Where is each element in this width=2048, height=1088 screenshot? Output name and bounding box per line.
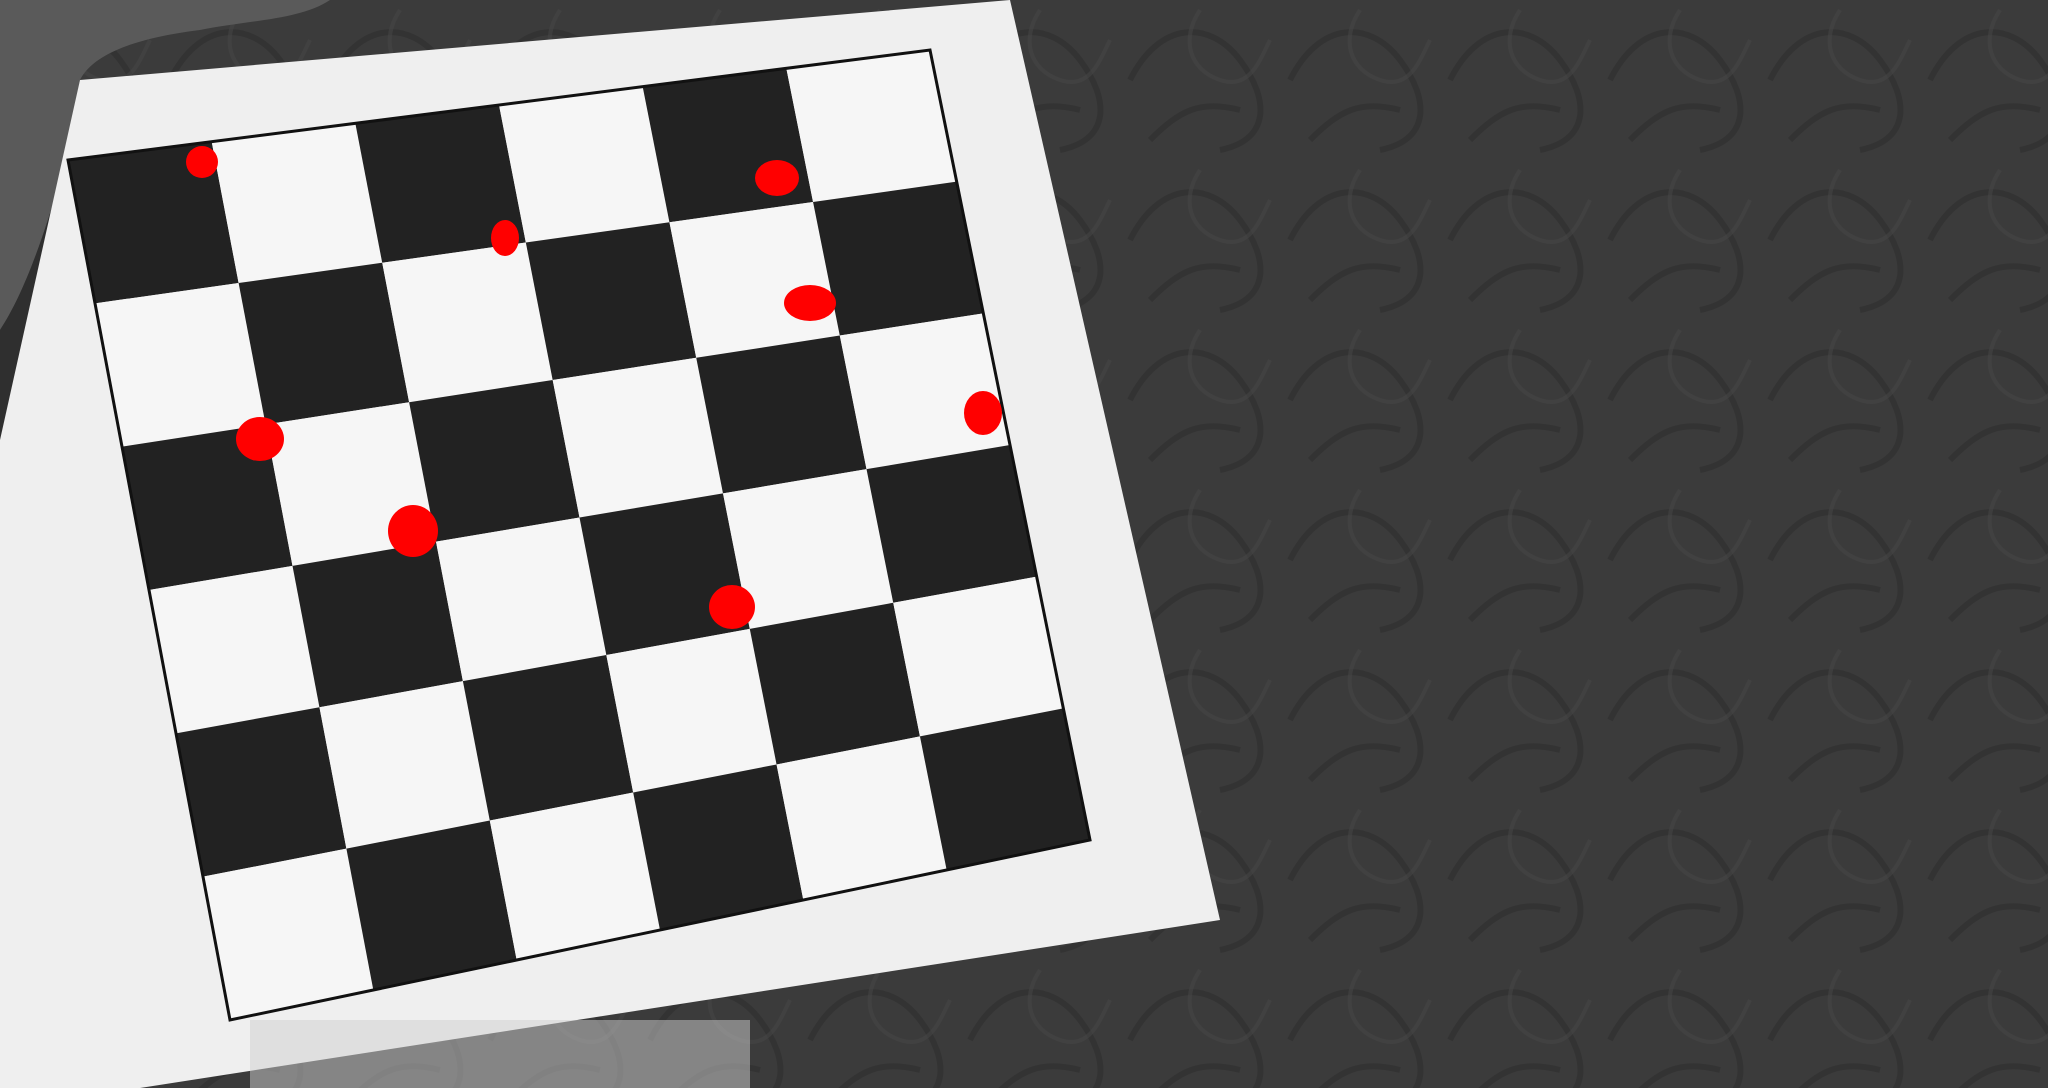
checker-square <box>866 445 1037 603</box>
checker-square <box>211 123 383 284</box>
red-dot-marker <box>236 417 284 461</box>
checker-square <box>552 357 723 518</box>
checker-square <box>579 493 750 655</box>
checker-square <box>436 517 607 682</box>
checker-square <box>606 628 777 793</box>
checker-square <box>409 380 580 542</box>
checker-square <box>642 68 814 223</box>
checker-square <box>749 602 920 765</box>
checker-square <box>176 707 347 877</box>
red-dot-marker <box>964 391 1002 435</box>
checker-square <box>382 242 553 403</box>
red-dot-marker <box>709 585 755 629</box>
checker-square <box>669 201 840 358</box>
checker-square <box>696 335 867 494</box>
checker-square <box>238 262 410 425</box>
checker-square <box>893 576 1064 737</box>
checker-square <box>149 565 320 734</box>
checker-square <box>786 50 957 202</box>
red-dot-marker <box>784 285 836 321</box>
checker-square <box>499 86 670 243</box>
checker-square <box>319 681 490 849</box>
red-dot-marker <box>388 505 438 557</box>
checker-square <box>813 181 984 336</box>
hand-shadow <box>250 1020 750 1088</box>
red-dot-marker <box>186 146 218 178</box>
scene-canvas <box>0 0 2048 1088</box>
red-dot-marker <box>491 220 519 256</box>
checker-square <box>95 283 266 447</box>
red-dot-marker <box>755 160 799 196</box>
checker-square <box>462 655 634 821</box>
checker-square <box>525 222 697 380</box>
checker-square <box>292 541 463 708</box>
